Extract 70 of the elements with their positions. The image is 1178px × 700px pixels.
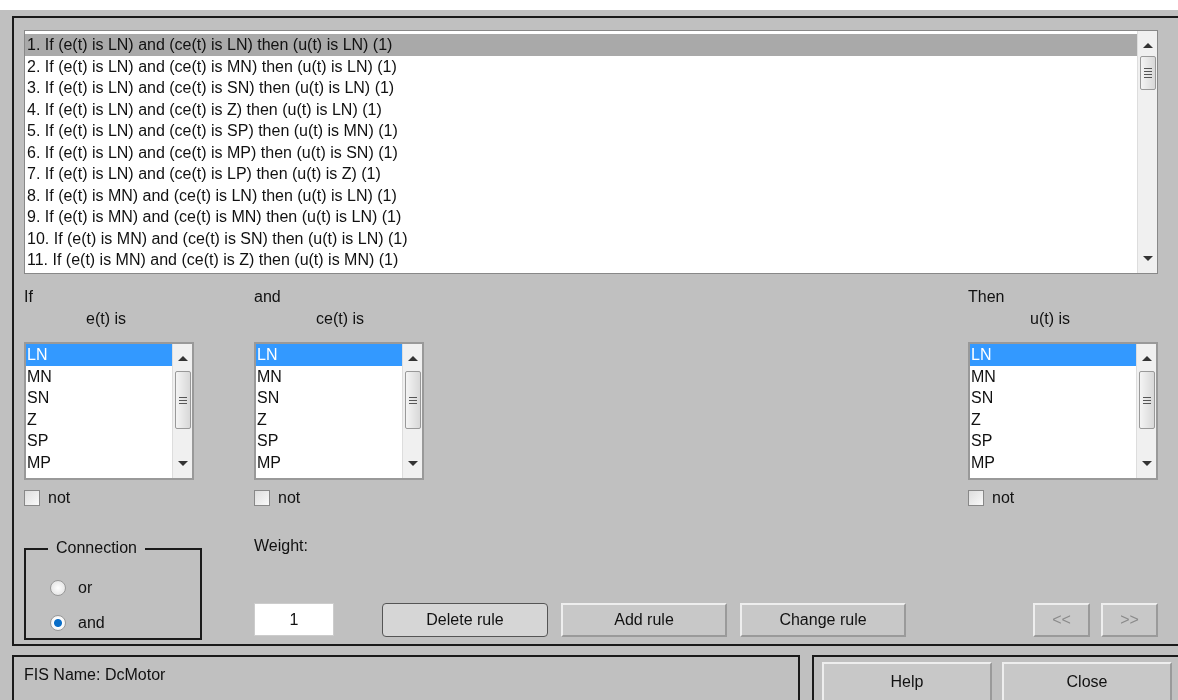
checkbox[interactable] [24,490,40,506]
checkbox[interactable] [254,490,270,506]
rule-item[interactable]: 4. If (e(t) is LN) and (ce(t) is Z) then (u(t) is LN) (1) [25,98,1137,120]
membership-list[interactable]: LN MN SN Z SP MP [254,342,424,480]
scrollbar[interactable] [1137,31,1157,273]
list-item[interactable]: MP [970,451,1136,473]
membership-list[interactable]: LN MN SN Z SP MP [24,342,194,480]
checkbox-label: not [48,488,71,508]
radio-label: and [78,612,105,633]
list-item[interactable]: SN [26,387,172,409]
scrollbar-thumb[interactable] [1138,371,1155,429]
scrollbar-thumb[interactable] [174,371,191,429]
list-item[interactable]: SP [26,430,172,452]
rule-item[interactable]: 9. If (e(t) is MN) and (ce(t) is MN) then (u(t) is LN) (1) [25,206,1137,228]
list-item[interactable]: Z [26,408,172,430]
checkbox-label: not [992,488,1015,508]
variable-label: ce(t) is [316,309,364,329]
rule-button[interactable]: Change rule [740,603,906,637]
radio-button[interactable] [50,614,66,631]
rule-item[interactable]: 5. If (e(t) is LN) and (ce(t) is SP) then (u(t) is MN) (1) [25,120,1137,142]
list-item[interactable]: MN [256,365,402,387]
scrollbar[interactable] [402,344,422,478]
list-item[interactable]: SN [256,387,402,409]
radio-button[interactable] [50,579,66,596]
scrollbar[interactable] [172,344,192,478]
footer-button[interactable]: Help [822,662,992,700]
down-arrow-icon[interactable] [177,461,188,466]
footer-button[interactable]: Close [1002,662,1172,700]
fis-name: FIS Name: DcMotor [24,666,166,683]
radio-label: or [78,577,93,598]
weight-label: Weight: [254,536,309,556]
variable-label: e(t) is [86,309,126,329]
scrollbar[interactable] [1136,344,1156,478]
list-item[interactable]: MP [26,451,172,473]
rule-item[interactable]: 7. If (e(t) is LN) and (ce(t) is LP) then (u(t) is Z) (1) [25,163,1137,185]
down-arrow-icon[interactable] [1142,256,1153,261]
section-label: and [254,287,281,307]
up-arrow-icon[interactable] [177,356,188,361]
list-item[interactable]: MN [970,365,1136,387]
list-item[interactable]: Z [970,408,1136,430]
down-arrow-icon[interactable] [1141,461,1152,466]
up-arrow-icon[interactable] [1142,43,1153,48]
checkbox[interactable] [968,490,984,506]
rule-item[interactable]: 3. If (e(t) is LN) and (ce(t) is SN) then (u(t) is LN) (1) [25,77,1137,99]
weight-field[interactable]: 1 [254,603,334,636]
rule-button[interactable]: Add rule [561,603,727,637]
up-arrow-icon[interactable] [1141,356,1152,361]
list-item[interactable]: MN [26,365,172,387]
list-item[interactable]: SP [970,430,1136,452]
scrollbar-thumb[interactable] [1139,56,1156,90]
scrollbar-thumb[interactable] [404,371,421,429]
list-item[interactable]: MP [256,451,402,473]
rule-item[interactable]: 1. If (e(t) is LN) and (ce(t) is LN) then (u(t) is LN) (1) [25,34,1137,56]
rule-item[interactable]: 6. If (e(t) is LN) and (ce(t) is MP) then (u(t) is SN) (1) [25,141,1137,163]
checkbox-label: not [278,488,301,508]
rule-item[interactable]: 8. If (e(t) is MN) and (ce(t) is LN) then (u(t) is LN) (1) [25,184,1137,206]
section-label: If [24,287,33,307]
list-item[interactable]: SN [970,387,1136,409]
list-item[interactable]: Z [256,408,402,430]
rule-list[interactable] [24,30,1158,274]
rule-item[interactable]: 10. If (e(t) is MN) and (ce(t) is SN) then (u(t) is LN) (1) [25,227,1137,249]
membership-list[interactable]: LN MN SN Z SP MP [968,342,1158,480]
down-arrow-icon[interactable] [407,461,418,466]
rule-item[interactable]: 2. If (e(t) is LN) and (ce(t) is MN) then (u(t) is LN) (1) [25,55,1137,77]
rule-button[interactable]: Delete rule [382,603,548,637]
variable-label: u(t) is [1030,309,1070,329]
up-arrow-icon[interactable] [407,356,418,361]
rule-item[interactable]: 11. If (e(t) is MN) and (ce(t) is Z) then (u(t) is MN) (1) [25,249,1137,271]
section-label: Then [968,287,1005,307]
list-item[interactable]: SP [256,430,402,452]
